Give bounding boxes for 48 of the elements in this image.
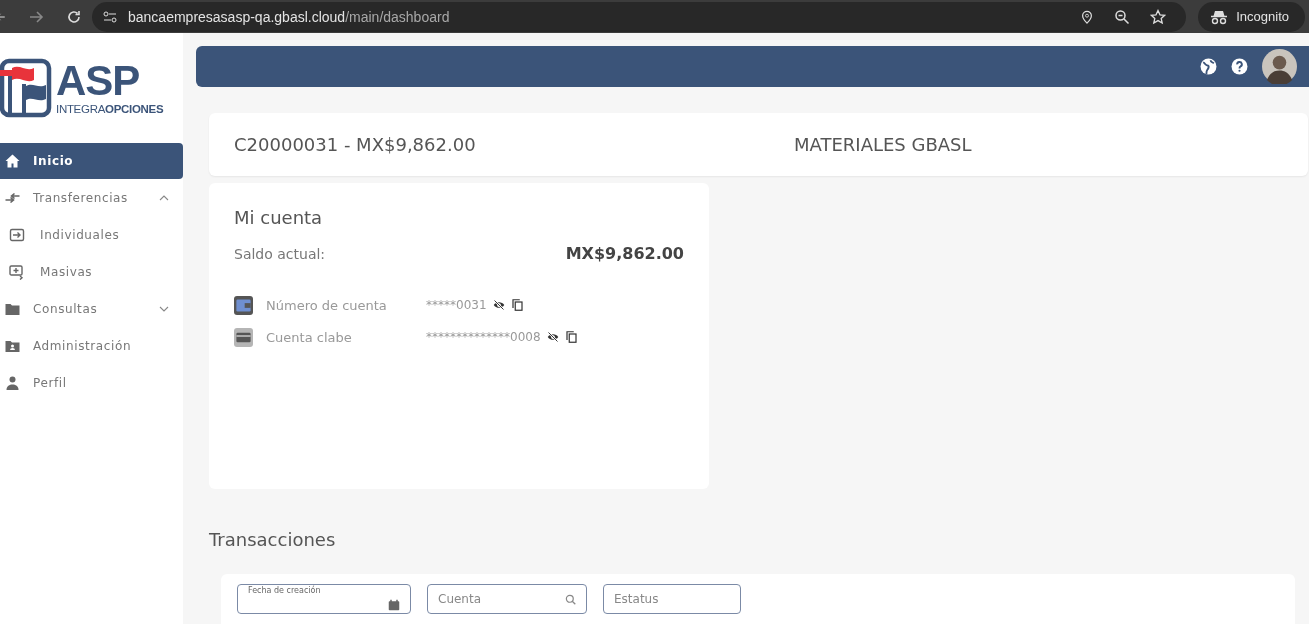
masked-number: **************0008 xyxy=(426,330,541,344)
copy-icon[interactable] xyxy=(511,299,523,311)
calendar-icon xyxy=(388,599,400,611)
incognito-badge[interactable]: Incognito xyxy=(1198,1,1305,32)
monitor-plus-icon xyxy=(8,264,26,280)
sidebar-item[interactable]: Consultas xyxy=(0,291,183,327)
folder-person-icon xyxy=(4,338,21,354)
section-title: Transacciones xyxy=(209,529,337,550)
card-icon xyxy=(234,327,253,347)
avatar-icon[interactable] xyxy=(1262,49,1297,84)
account-field-label: Cuenta clabe xyxy=(266,329,353,345)
reload-icon xyxy=(66,8,82,25)
company-name: MATERIALES GBASL xyxy=(794,134,972,155)
sidebar-item[interactable]: Individuales xyxy=(0,217,183,253)
sidebar-item[interactable]: Perfil xyxy=(0,365,183,401)
person-icon xyxy=(4,375,21,391)
site-settings-icon xyxy=(102,8,118,25)
sidebar-item[interactable]: Administración xyxy=(0,328,183,364)
sidebar-item[interactable]: Masivas xyxy=(0,254,183,290)
logo-tagline: INTEGRAOPCIONES xyxy=(56,104,164,116)
sidebar-item[interactable]: Transferencias xyxy=(0,180,183,216)
card-title: Mi cuenta xyxy=(234,207,324,228)
help-icon[interactable] xyxy=(1231,58,1248,75)
location-icon xyxy=(1080,8,1095,25)
account-balance-text: C20000031 - MX$9,862.00 xyxy=(234,134,477,155)
masked-number: *****0031 xyxy=(426,298,487,312)
globe-icon[interactable] xyxy=(1200,58,1217,75)
transfer-arrows-icon xyxy=(4,190,21,206)
zoom-icon xyxy=(1114,8,1131,25)
balance-amount: MX$9,862.00 xyxy=(565,244,684,263)
wallet-icon xyxy=(234,295,253,315)
account-field-label: Número de cuenta xyxy=(266,297,388,313)
bookmark-star-icon xyxy=(1150,8,1167,25)
sidebar-item[interactable]: Inicio xyxy=(0,143,183,179)
home-icon xyxy=(4,153,21,169)
enter-box-icon xyxy=(8,227,26,243)
filter-field[interactable]: Cuenta xyxy=(427,584,587,614)
copy-icon[interactable] xyxy=(565,331,577,343)
filter-field[interactable]: Estatus xyxy=(603,584,741,614)
filter-field[interactable]: Fecha de creación xyxy=(237,584,411,614)
search-icon xyxy=(565,593,576,605)
forward-icon xyxy=(28,8,44,25)
hidden-eye-icon[interactable] xyxy=(492,299,505,311)
hidden-eye-icon[interactable] xyxy=(546,331,559,343)
balance-label: Saldo actual: xyxy=(234,245,326,262)
incognito-icon xyxy=(1210,8,1229,25)
logo-wordmark: ASP xyxy=(56,60,141,103)
folder-icon xyxy=(4,301,21,317)
